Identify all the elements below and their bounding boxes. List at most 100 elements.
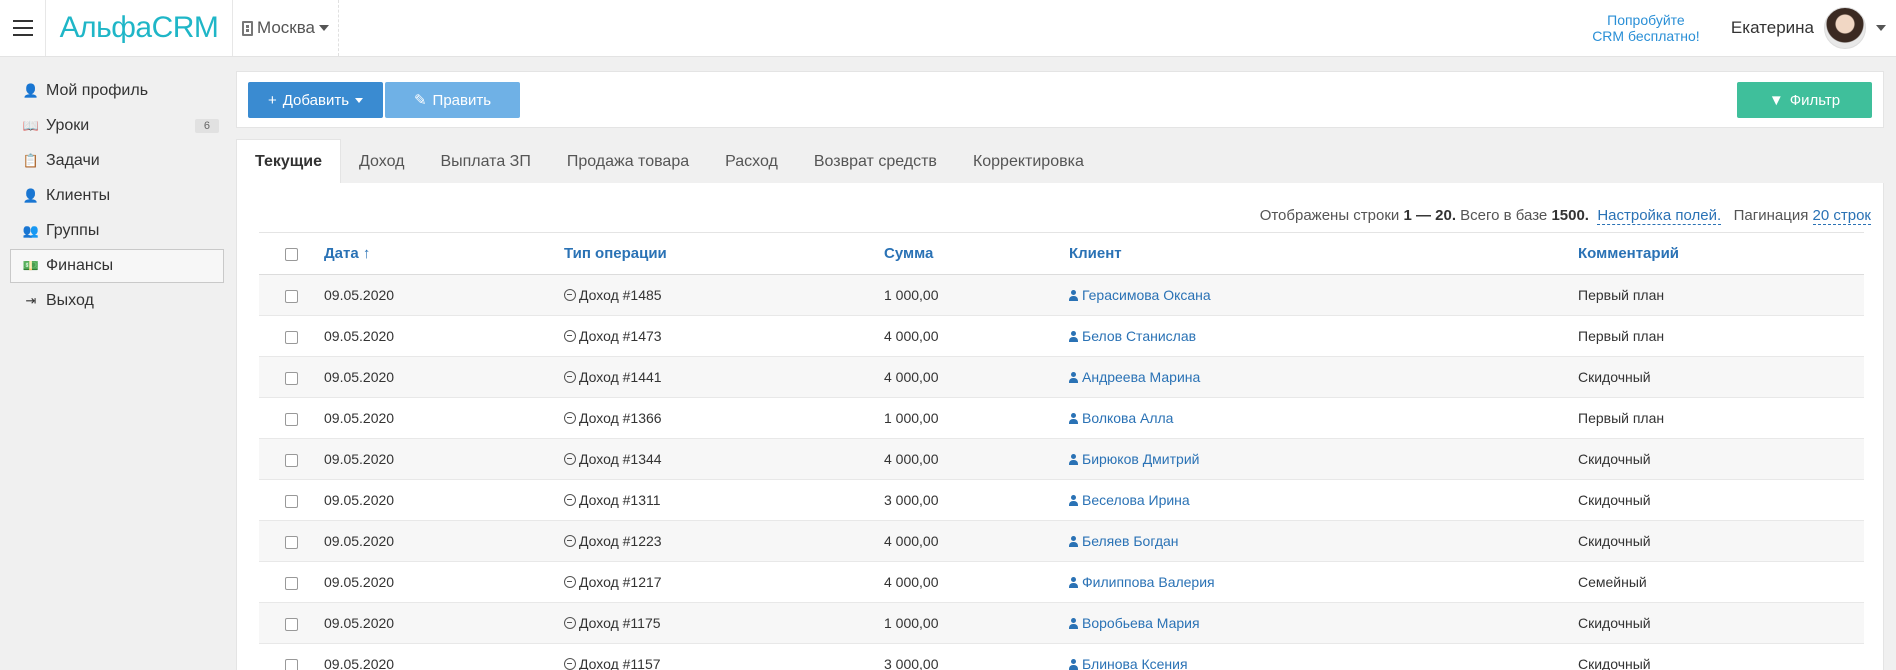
column-client[interactable]: Клиент [1069,232,1578,275]
menu-toggle-button[interactable] [0,0,46,56]
table-row[interactable]: 09.05.2020 Доход #1366 1 000,00 Волкова Алл… [259,397,1864,439]
row-checkbox[interactable] [285,371,298,385]
row-checkbox[interactable] [285,330,298,344]
table-row[interactable]: 09.05.2020 Доход #1485 1 000,00 Герасимова … [259,274,1864,316]
table-row[interactable]: 09.05.2020 Доход #1473 4 000,00 Белов Стани… [259,315,1864,357]
income-icon [564,453,576,465]
tab-income[interactable]: Доход [341,139,422,184]
row-date: 09.05.2020 [324,315,564,357]
edit-button[interactable]: ✎ Править [385,82,520,118]
client-link[interactable]: Белов Станислав [1069,328,1196,344]
column-comment[interactable]: Комментарий [1578,232,1864,275]
row-checkbox[interactable] [285,658,298,670]
row-checkbox[interactable] [285,494,298,508]
row-type[interactable]: Доход #1157 [564,643,884,670]
chevron-down-icon [319,25,330,31]
try-free-link[interactable]: Попробуйте CRM бесплатно! [1581,0,1711,56]
table-row[interactable]: 09.05.2020 Доход #1157 3 000,00 Блинова Ксе… [259,643,1864,670]
sidebar-item-groups[interactable]: 👥 Группы [10,214,224,248]
row-type[interactable]: Доход #1366 [564,397,884,439]
promo-line-2: CRM бесплатно! [1592,28,1700,44]
user-icon [1069,536,1078,547]
promo-line-1: Попробуйте [1607,12,1685,28]
client-link[interactable]: Веселова Ирина [1069,492,1190,508]
sidebar-item-finance[interactable]: 💵 Финансы [10,249,224,283]
row-checkbox[interactable] [285,289,298,303]
field-settings-link[interactable]: Настройка полей. [1597,207,1722,225]
sidebar-item-logout[interactable]: ⇥ Выход [10,284,224,318]
sidebar-item-profile[interactable]: 👤 Мой профиль [10,74,224,108]
row-checkbox[interactable] [285,453,298,467]
client-link[interactable]: Андреева Марина [1069,369,1200,385]
app-logo[interactable]: АльфаCRM [46,0,233,56]
sidebar-item-clients[interactable]: 👤 Клиенты [10,179,224,213]
sidebar-item-label: Клиенты [46,187,111,204]
table-row[interactable]: 09.05.2020 Доход #1217 4 000,00 Филиппова В… [259,561,1864,603]
row-sum: 1 000,00 [884,397,1069,439]
row-select-cell [259,438,324,480]
row-sum: 4 000,00 [884,438,1069,480]
client-link[interactable]: Филиппова Валерия [1069,574,1215,590]
avatar [1824,7,1866,49]
row-type[interactable]: Доход #1223 [564,520,884,562]
logout-icon: ⇥ [25,293,37,308]
user-icon [1069,290,1078,301]
pagination-size-link[interactable]: 20 строк [1812,207,1871,225]
row-sum: 3 000,00 [884,643,1069,670]
tab-product-sale[interactable]: Продажа товара [549,139,707,184]
tab-salary[interactable]: Выплата ЗП [422,139,548,184]
table-row[interactable]: 09.05.2020 Доход #1223 4 000,00 Беляев Богд… [259,520,1864,562]
user-menu[interactable]: Екатерина [1731,0,1896,56]
table-row[interactable]: 09.05.2020 Доход #1175 1 000,00 Воробьева М… [259,602,1864,644]
client-link[interactable]: Волкова Алла [1069,410,1173,426]
tab-expense[interactable]: Расход [707,139,796,184]
client-link[interactable]: Бирюков Дмитрий [1069,451,1199,467]
column-date[interactable]: Дата ↑ [324,232,564,275]
column-type[interactable]: Тип операции [564,232,884,275]
income-icon [564,371,576,383]
row-comment: Скидочный [1578,438,1864,480]
table-row[interactable]: 09.05.2020 Доход #1344 4 000,00 Бирюков Дми… [259,438,1864,480]
row-client: Воробьева Мария [1069,602,1578,644]
money-icon: 💵 [22,258,40,273]
row-type[interactable]: Доход #1441 [564,356,884,398]
select-all-checkbox[interactable] [285,247,298,261]
user-icon [1069,372,1078,383]
row-type[interactable]: Доход #1175 [564,602,884,644]
row-checkbox[interactable] [285,535,298,549]
client-link[interactable]: Герасимова Оксана [1069,287,1211,303]
sidebar-item-label: Задачи [46,152,100,169]
tab-adjustment[interactable]: Корректировка [955,139,1102,184]
city-selector[interactable]: Москва [233,0,339,56]
row-sum: 4 000,00 [884,356,1069,398]
client-link[interactable]: Воробьева Мария [1069,615,1200,631]
column-sum[interactable]: Сумма [884,232,1069,275]
add-button[interactable]: + Добавить [248,82,383,118]
client-link[interactable]: Блинова Ксения [1069,656,1188,670]
sidebar-item-lessons[interactable]: 📖 Уроки 6 [10,109,224,143]
row-checkbox[interactable] [285,412,298,426]
table-row[interactable]: 09.05.2020 Доход #1441 4 000,00 Андреева Ма… [259,356,1864,398]
user-icon [1069,618,1078,629]
row-checkbox[interactable] [285,576,298,590]
client-link[interactable]: Беляев Богдан [1069,533,1179,549]
row-type[interactable]: Доход #1311 [564,479,884,521]
tab-refund[interactable]: Возврат средств [796,139,955,184]
tab-current[interactable]: Текущие [236,139,342,184]
row-date: 09.05.2020 [324,561,564,603]
row-comment: Первый план [1578,274,1864,316]
row-checkbox[interactable] [285,617,298,631]
row-type[interactable]: Доход #1344 [564,438,884,480]
row-type[interactable]: Доход #1473 [564,315,884,357]
filter-button[interactable]: ▼ Фильтр [1737,82,1872,118]
row-type[interactable]: Доход #1217 [564,561,884,603]
row-date: 09.05.2020 [324,602,564,644]
row-date: 09.05.2020 [324,397,564,439]
row-comment: Первый план [1578,315,1864,357]
row-type[interactable]: Доход #1485 [564,274,884,316]
client-name: Белов Станислав [1082,328,1197,344]
sidebar-item-tasks[interactable]: 📋 Задачи [10,144,224,178]
table-row[interactable]: 09.05.2020 Доход #1311 3 000,00 Веселова Ир… [259,479,1864,521]
clipboard-icon: 📋 [22,153,40,168]
row-date: 09.05.2020 [324,438,564,480]
